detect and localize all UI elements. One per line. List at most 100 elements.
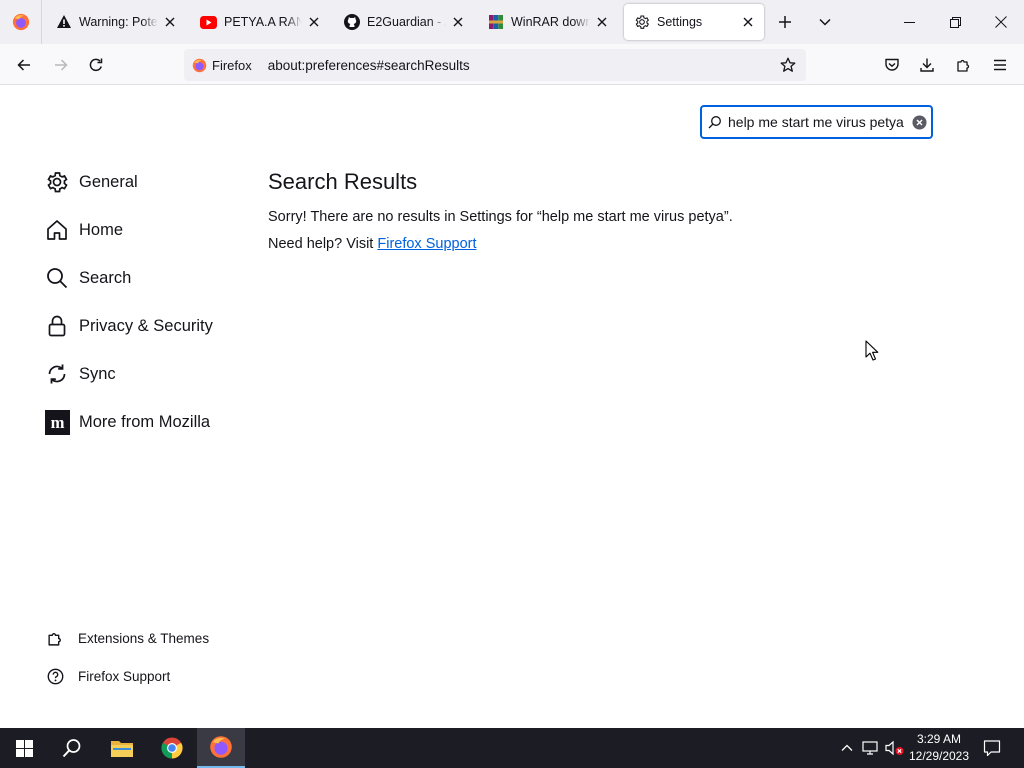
close-icon[interactable] [594,14,610,30]
forward-button[interactable] [46,50,76,80]
clock-date: 12/29/2023 [908,749,970,763]
downloads-button[interactable] [912,50,942,80]
winrar-icon [489,15,503,29]
list-all-tabs-button[interactable] [811,8,839,36]
footer-link-label: Extensions & Themes [78,630,210,646]
settings-search-box[interactable] [700,105,933,139]
extensions-themes-link[interactable]: Extensions & Themes [44,619,254,657]
identity-label: Firefox [212,57,252,73]
clear-icon [911,114,927,130]
plus-icon [779,16,791,28]
help-icon [44,665,66,687]
no-results-message: Sorry! There are no results in Settings … [268,209,733,225]
gear-icon [44,169,70,195]
category-list: General Home Search Privacy & Security S… [44,158,244,446]
network-icon [862,741,878,755]
show-hidden-icons-button[interactable] [838,728,856,768]
new-tab-button[interactable] [771,8,799,36]
category-more-from-mozilla[interactable]: m More from Mozilla [44,398,244,446]
firefox-logo-icon [210,736,232,758]
windows-taskbar: 3:29 AM 12/29/2023 [0,728,1024,768]
tab-settings[interactable]: Settings [624,4,764,40]
folder-icon [111,741,133,757]
settings-search-input[interactable] [728,114,908,130]
close-icon[interactable] [740,14,756,30]
action-center-button[interactable] [980,728,1004,768]
network-tray-button[interactable] [860,728,880,768]
category-label: Search [79,268,132,287]
pocket-button[interactable] [877,50,907,80]
gear-icon [635,15,650,29]
arrow-left-icon [17,59,30,71]
chevron-down-icon [819,18,831,26]
puzzle-icon [44,627,66,649]
search-results-heading: Search Results [268,169,418,194]
category-sync[interactable]: Sync [44,350,244,398]
search-icon [702,107,728,137]
url-text[interactable]: about:preferences#searchResults [268,58,774,73]
search-icon [62,739,81,758]
tab-github[interactable]: E2Guardian - Access Denied [334,4,474,40]
search-icon [44,265,70,291]
youtube-icon [200,15,217,29]
arrow-right-icon [55,59,68,71]
close-icon[interactable] [162,14,178,30]
file-explorer-button[interactable] [98,728,146,768]
firefox-taskbar-button[interactable] [197,728,245,768]
restore-button[interactable] [932,0,978,44]
chrome-taskbar-button[interactable] [148,728,196,768]
category-label: Privacy & Security [79,316,213,335]
category-label: Sync [79,364,116,383]
category-general[interactable]: General [44,158,244,206]
puzzle-icon [957,59,970,72]
identity-box[interactable]: Firefox [184,53,260,77]
download-icon [920,58,934,72]
tab-title: PETYA.A RANSOMWARE [224,15,302,29]
search-results: Search Results Sorry! There are no resul… [268,169,968,258]
warning-icon [57,15,71,28]
minimize-button[interactable] [886,0,932,44]
star-icon [780,57,796,72]
reload-icon [89,58,103,72]
sidebar-footer: Extensions & Themes Firefox Support [44,619,254,695]
close-icon[interactable] [450,14,466,30]
app-menu-button[interactable] [985,50,1015,80]
taskbar-search-button[interactable] [48,728,96,768]
chevron-up-icon [841,744,853,751]
firefox-support-link[interactable]: Firefox Support [44,657,254,695]
firefox-logo-icon [12,13,29,31]
need-help-text: Need help? Visit Firefox Support [268,231,968,258]
firefox-view-button[interactable] [0,0,42,44]
mouse-cursor-icon [865,340,879,361]
taskbar-clock[interactable]: 3:29 AM 12/29/2023 [902,731,976,765]
notification-icon [983,740,1001,757]
chrome-icon [161,737,183,759]
category-privacy[interactable]: Privacy & Security [44,302,244,350]
mozilla-icon: m [44,409,70,435]
navigation-toolbar: Firefox about:preferences#searchResults [0,44,1024,85]
sync-icon [44,361,70,387]
tab-youtube[interactable]: PETYA.A RANSOMWARE [190,4,330,40]
start-button[interactable] [0,728,48,768]
category-label: More from Mozilla [79,412,211,431]
url-bar[interactable]: Firefox about:preferences#searchResults [184,49,806,81]
bookmark-button[interactable] [774,51,802,79]
close-icon[interactable] [306,14,322,30]
clear-search-button[interactable] [908,107,930,137]
pocket-icon [885,58,899,71]
tab-warning[interactable]: Warning: Potential Security Risk Ahead [46,4,186,40]
firefox-support-link[interactable]: Firefox Support [377,236,476,252]
back-button[interactable] [9,50,39,80]
category-label: General [79,172,138,191]
svg-text:m: m [50,413,64,432]
extensions-button[interactable] [949,50,979,80]
tab-title: E2Guardian - Access Denied [367,15,446,29]
home-icon [44,217,70,243]
category-home[interactable]: Home [44,206,244,254]
tab-title: WinRAR download [511,15,590,29]
tab-winrar[interactable]: WinRAR download [478,4,618,40]
category-search[interactable]: Search [44,254,244,302]
close-window-button[interactable] [978,0,1024,44]
category-label: Home [79,220,124,239]
reload-button[interactable] [81,50,111,80]
